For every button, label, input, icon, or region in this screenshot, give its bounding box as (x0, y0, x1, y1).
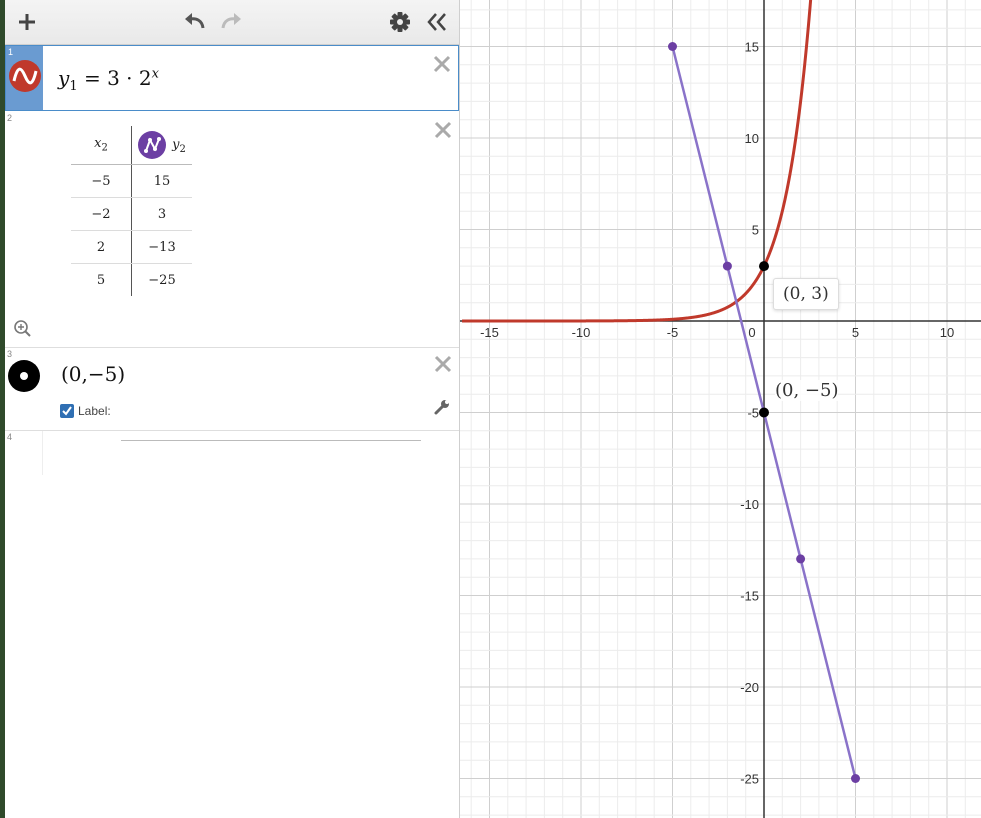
table-header-x[interactable]: x2 (71, 126, 132, 165)
table-cell[interactable]: −5 (71, 164, 132, 198)
x-tick-label: 5 (852, 325, 859, 340)
table-header-y[interactable]: y2 (131, 126, 192, 165)
lhs-variable: y (58, 66, 70, 90)
wrench-icon[interactable] (433, 398, 451, 416)
table-point (851, 774, 860, 783)
label-checkbox-text: Label: (78, 404, 111, 418)
row-number: 2 (7, 113, 13, 123)
toolbar (5, 0, 459, 45)
x-tick-label: -10 (572, 325, 591, 340)
expression-row-4[interactable]: 4 (5, 431, 459, 475)
redo-icon (221, 13, 241, 29)
expression-row-2[interactable]: 2 x2 y2 −5 15 −2 3 2 −13 5 −25 (5, 112, 459, 348)
x-tick-label: -5 (667, 325, 679, 340)
desmos-app: 1 y1 = 3 · 2x 2 x2 y2 −5 15 −2 3 2 −13 5… (5, 0, 981, 818)
expression-input[interactable]: (0,−5) (61, 362, 125, 386)
table-cell[interactable]: 3 (131, 197, 192, 231)
intercept-point (759, 407, 769, 418)
zoom-fit-icon[interactable] (13, 319, 31, 337)
plus-icon (19, 14, 35, 30)
row-gutter: 2 (5, 112, 42, 347)
table-point (668, 42, 677, 51)
table-point (796, 554, 806, 564)
point-label: (0, −5) (775, 380, 839, 401)
y-tick-label: 15 (745, 40, 759, 55)
graph-canvas[interactable]: -15 -10 -5 0 5 10 15 10 5 -5 -10 -15 -20 -25 (460, 0, 981, 818)
x-tick-label: 0 (748, 325, 755, 340)
intercept-point (759, 261, 769, 272)
double-chevron-left-icon (427, 13, 446, 31)
collapse-sidebar-button[interactable] (423, 8, 451, 36)
x-tick-label: -15 (480, 325, 499, 340)
exponential-curve (462, 0, 813, 323)
y-tick-label: 5 (752, 223, 759, 238)
point-tooltip: (0, 3) (773, 278, 839, 310)
undo-button[interactable] (181, 8, 209, 36)
redo-button[interactable] (217, 8, 245, 36)
graph-paper[interactable]: -15 -10 -5 0 5 10 15 10 5 -5 -10 -15 -20 -25 (0, 3) (… (460, 0, 981, 818)
table-row: 2 −13 (71, 230, 192, 264)
table-row: −2 3 (71, 197, 192, 231)
table-cell[interactable]: −25 (132, 264, 193, 297)
table-cell[interactable]: 15 (131, 164, 192, 198)
table-header-row: x2 y2 (71, 126, 192, 165)
row-gutter: 1 (6, 46, 43, 110)
expression-input[interactable]: y1 = 3 · 2x (58, 66, 159, 94)
table-cell[interactable]: 2 (71, 230, 132, 264)
exponent: x (151, 66, 159, 82)
row-gutter: 3 (5, 348, 42, 430)
table-point (722, 261, 732, 271)
y-tick-label: -20 (740, 680, 759, 695)
rhs-text: = 3 · 2 (83, 66, 152, 90)
expression-row-1[interactable]: 1 y1 = 3 · 2x (5, 45, 459, 111)
close-icon[interactable] (433, 120, 453, 140)
expression-list: 1 y1 = 3 · 2x 2 x2 y2 −5 15 −2 3 2 −13 5… (5, 0, 460, 818)
close-icon[interactable] (433, 354, 453, 374)
settings-button[interactable] (386, 8, 414, 36)
expression-row-3[interactable]: 3 (0,−5) Label: (5, 348, 459, 441)
series-color-icon[interactable] (138, 131, 167, 159)
y-tick-label: -5 (747, 406, 759, 421)
lhs-subscript: 1 (69, 79, 78, 94)
row-gutter: 4 (5, 431, 43, 475)
table-cell[interactable]: 5 (71, 263, 132, 296)
x-tick-label: 10 (940, 325, 954, 340)
point-style-icon[interactable] (8, 360, 40, 392)
close-icon[interactable] (432, 54, 452, 74)
table-row: 5 −25 (71, 263, 193, 297)
data-table: x2 y2 −5 15 −2 3 2 −13 5 −25 (71, 126, 192, 296)
gear-icon (390, 12, 410, 32)
label-option: Label: (60, 404, 111, 418)
function-color-icon[interactable] (9, 60, 41, 92)
y-tick-label: -25 (740, 772, 759, 787)
y-tick-label: -10 (740, 497, 759, 512)
table-cell[interactable]: −2 (71, 197, 132, 231)
table-row: −5 15 (71, 164, 192, 198)
row-number: 3 (7, 349, 13, 359)
undo-icon (185, 13, 205, 29)
row-number: 1 (8, 47, 14, 57)
table-cell[interactable]: −13 (131, 230, 192, 264)
y-tick-label: 10 (745, 131, 759, 146)
y-tick-label: -15 (740, 589, 759, 604)
add-button[interactable] (13, 8, 41, 36)
label-checkbox[interactable] (60, 404, 74, 418)
row-number: 4 (7, 432, 13, 442)
